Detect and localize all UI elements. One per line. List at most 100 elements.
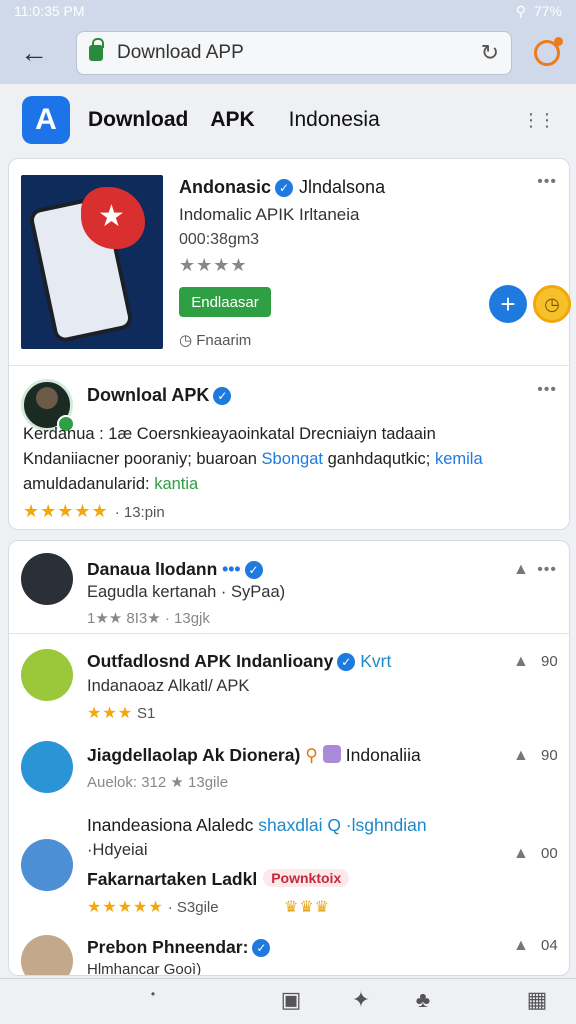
list-item-rating-text: · S3gile <box>167 899 219 916</box>
list-item[interactable]: Outfadlosnd APK Indanlioany ✓ Kvrt Indana… <box>9 645 569 731</box>
featured-title-text: Andonasic <box>179 177 272 197</box>
post-line-2c: ganhdaqutkic; <box>327 450 431 468</box>
list-item-stars: ★★★★★ <box>87 899 164 916</box>
add-icon[interactable]: + <box>489 285 527 323</box>
verified-icon: ✓ <box>213 387 232 405</box>
like-icon[interactable]: ▲ <box>513 561 529 579</box>
status-bar: 11:0:35 PM ⚲ 77% <box>0 0 576 22</box>
like-icon[interactable]: ▲ <box>513 937 529 955</box>
list-item-line3-text: Fakarnartaken Ladkl <box>87 869 258 889</box>
list-item-title-text: Inandeasiona Alaledc <box>87 815 254 835</box>
featured-subtitle: Indomalic APIK Irltaneia <box>179 205 360 224</box>
list-item[interactable]: Inandeasiona Alaledc shaxdlai Q ·lsghndi… <box>9 811 569 931</box>
reload-icon[interactable]: ↻ <box>481 40 499 66</box>
bottom-navigation: • ▣ ✦ ♣ ▦ <box>0 978 576 1024</box>
crown-icon: ♛♛♛ <box>284 899 331 916</box>
more-options-icon[interactable]: ••• <box>537 381 557 399</box>
post-line-2a: Kndaniiacner pooraniy; buaroan <box>23 450 257 468</box>
list-item-stars: ★★★ <box>87 705 134 722</box>
list-item-subtitle: Eagudla kertanah · SyPaa) <box>87 583 286 601</box>
featured-title[interactable]: Andonasic ✓ Jlndalsona <box>179 177 385 198</box>
list-item-line3: Fakarnartaken Ladkl Pownktoix <box>87 869 350 890</box>
tab-indonesia[interactable]: Indonesia <box>289 108 380 132</box>
list-item-rating: ★★★★★ · S3gile ♛♛♛ <box>87 897 330 917</box>
featured-image[interactable] <box>21 175 163 349</box>
list-item-title-extra[interactable]: shaxdlai Q ·lsghndian <box>258 815 426 835</box>
list-item-subtitle: Indanaoaz Alkatl/ APK <box>87 677 250 695</box>
post-line-2: Kndaniiacner pooraniy; buaroan Sbongat g… <box>23 450 483 469</box>
like-icon[interactable]: ▲ <box>513 747 529 765</box>
verified-icon: ✓ <box>252 939 271 957</box>
app-logo[interactable]: A <box>22 96 70 144</box>
like-icon[interactable]: ▲ <box>513 653 529 671</box>
featured-card: Andonasic✓Jlndalsona ••• Indomalic APIK … <box>8 158 571 530</box>
grid-menu-icon[interactable]: ⋮⋮ <box>522 110 556 131</box>
post-line-3: amuldadanularid: kantia <box>23 475 198 494</box>
list-item[interactable]: Prebon Phneendar: ✓ Hlmhancar Gooì) ▲ 04 <box>9 931 569 976</box>
avatar[interactable] <box>21 741 73 793</box>
list-item-meta: Auelok: 312 ★ 13gile <box>87 774 229 791</box>
list-item-title-text: Danaua lIodann <box>87 559 218 579</box>
list-item-meta: 1★★ 8I3★ · 13gjk <box>87 610 210 627</box>
featured-meta: ◷ Fnaarim <box>179 331 251 349</box>
list-item-title: Prebon Phneendar: ✓ <box>87 937 271 958</box>
list-item-rating-text: S1 <box>137 705 156 722</box>
post-stars: ★★★★★ <box>23 501 109 521</box>
timer-icon: ◷ <box>179 332 193 349</box>
avatar[interactable] <box>21 649 73 701</box>
address-bar[interactable]: Download APP ↻ <box>76 31 512 75</box>
settings-board-icon[interactable]: ▦ <box>522 987 552 1015</box>
extension-icon[interactable] <box>534 37 563 66</box>
cube-icon[interactable]: ▣ <box>276 987 306 1015</box>
tab-download[interactable]: Download <box>88 108 188 132</box>
list-item-title-extra[interactable]: Kvrt <box>360 651 391 671</box>
install-button[interactable]: Endlaasar <box>179 287 271 317</box>
puzzle-icon[interactable]: ✦ <box>346 987 376 1015</box>
post-line-2d[interactable]: kemila <box>435 450 483 468</box>
list-item-title-extra: Indonaliia <box>345 745 421 765</box>
like-count: 90 <box>541 653 558 670</box>
post-line-3a: amuldadanularid: <box>23 475 150 493</box>
more-options-icon[interactable]: ••• <box>537 561 557 579</box>
avatar[interactable] <box>21 553 73 605</box>
back-button[interactable]: ← <box>12 31 56 75</box>
featured-title-extra: Jlndalsona <box>299 177 386 197</box>
app-header: A Download APK Indonesia ⋮⋮ <box>0 84 576 156</box>
shield-icon[interactable]: ♣ <box>408 987 438 1015</box>
app-icon-illustration <box>81 187 145 249</box>
featured-code: 000:38gm3 <box>179 231 260 248</box>
avatar[interactable] <box>21 935 73 975</box>
list-item-subtitle: Hlmhancar Gooì) <box>87 961 202 976</box>
like-count: 00 <box>541 845 558 862</box>
divider <box>9 365 569 366</box>
list-item-title: Outfadlosnd APK Indanlioany ✓ Kvrt <box>87 651 391 672</box>
post-time: · 13:pin <box>114 504 165 521</box>
like-count: 90 <box>541 747 558 764</box>
post-author[interactable]: Downloal APK ✓ <box>87 385 232 406</box>
list-item[interactable]: Jiagdellaolap Ak Dionera) ⚲ Indonaliia A… <box>9 737 569 809</box>
list-item-title: Danaua lIodann ••• ✓ <box>87 559 263 580</box>
like-count: 04 <box>541 937 558 954</box>
list-item-subtitle: ·Hdyeiai <box>87 841 148 859</box>
post-author-name: Downloal APK <box>87 385 210 405</box>
like-icon[interactable]: ▲ <box>513 845 529 863</box>
list-item-title-text: Prebon Phneendar: <box>87 937 249 957</box>
tab-apk[interactable]: APK <box>210 108 254 132</box>
list-item-rating: ★★★ S1 <box>87 703 155 723</box>
verified-icon: ✓ <box>275 179 294 197</box>
post-line-1: Kerdanua : 1æ Coersnkieayaoinkatal Drecn… <box>23 425 436 443</box>
status-right: ⚲ 77% <box>516 3 562 20</box>
dot-indicator: • <box>150 987 156 1001</box>
avatar[interactable] <box>21 839 73 891</box>
header-tabs: Download APK Indonesia <box>88 108 402 132</box>
list-item[interactable]: Danaua lIodann ••• ✓ Eagudla kertanah · S… <box>9 549 569 635</box>
list-item-title: Jiagdellaolap Ak Dionera) ⚲ Indonaliia <box>87 745 421 766</box>
post-line-2b[interactable]: Sbongat <box>262 450 323 468</box>
post-line-3b[interactable]: kantia <box>154 475 198 493</box>
clock-icon[interactable]: ◷ <box>533 285 571 323</box>
more-options-icon[interactable]: ••• <box>537 173 557 191</box>
tag-pill[interactable]: Pownktoix <box>263 869 350 887</box>
feed-list: Danaua lIodann ••• ✓ Eagudla kertanah · S… <box>8 540 570 976</box>
more-dots-icon: ••• <box>222 559 241 579</box>
featured-meta-text: Fnaarim <box>196 332 252 349</box>
